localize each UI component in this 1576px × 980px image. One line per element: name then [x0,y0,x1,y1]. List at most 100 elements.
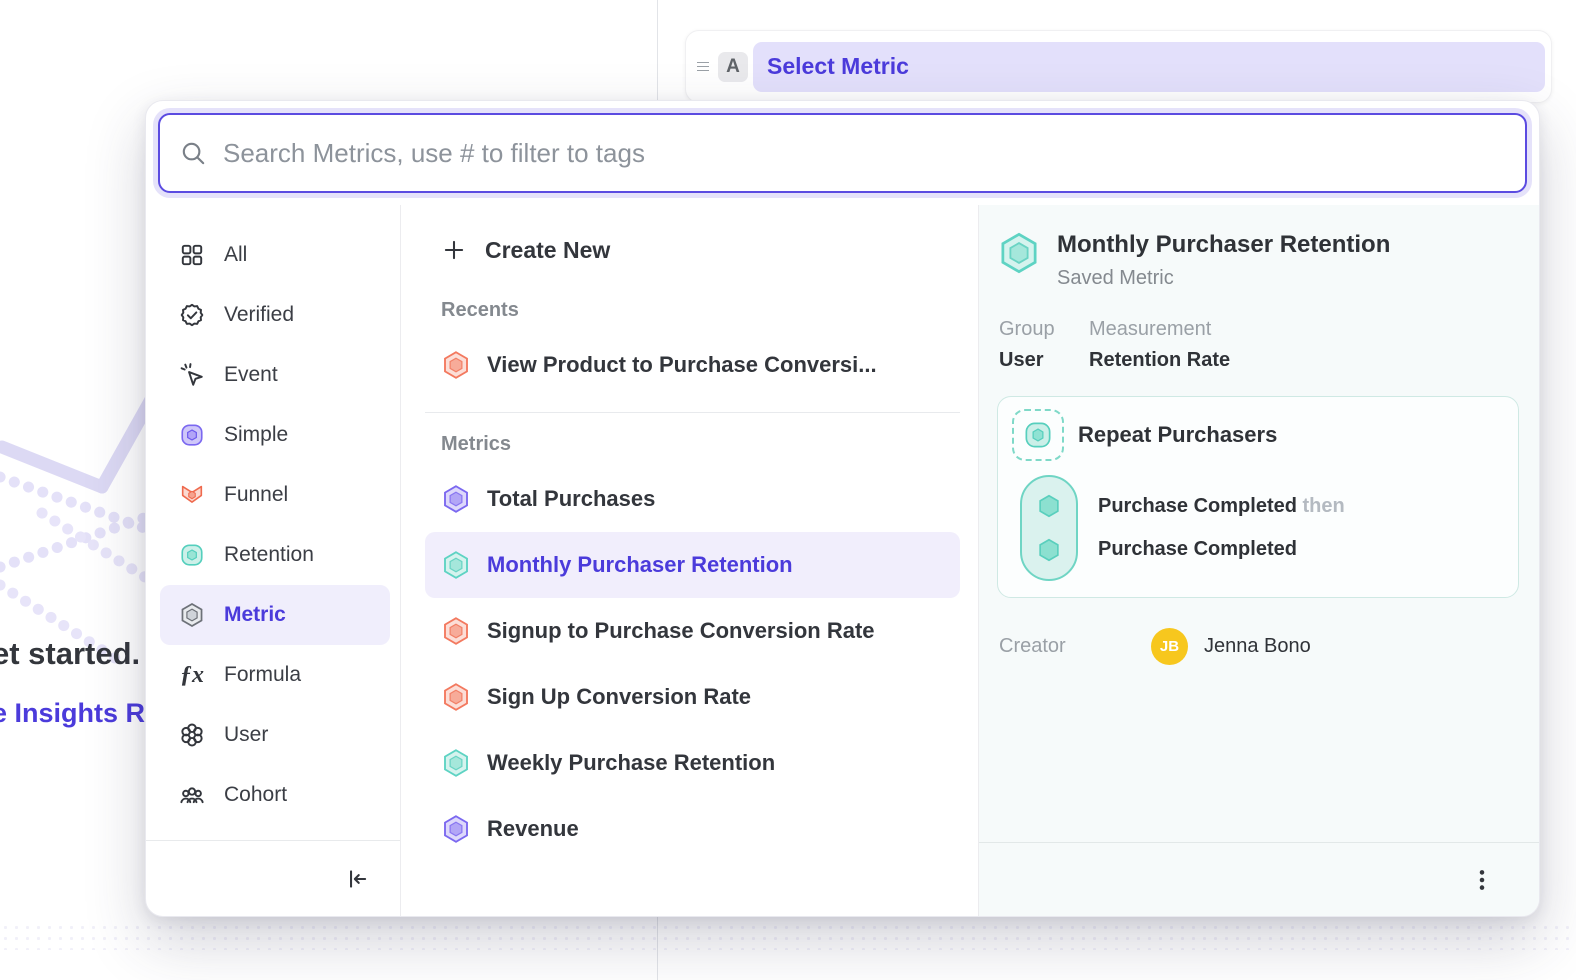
grid-icon [178,241,206,269]
sidebar-item-label: Simple [224,423,288,447]
cohort-icon [178,781,206,809]
background-dot-pattern [0,922,1576,950]
sidebar-item-metric[interactable]: Metric [160,585,390,645]
kebab-menu-icon [1469,867,1495,893]
group-label: Group [999,318,1089,341]
sidebar-item-simple[interactable]: Simple [160,405,390,465]
create-new-button[interactable]: Create New [425,221,960,279]
definition-name: Repeat Purchasers [1078,422,1277,448]
detail-subtitle: Saved Metric [1057,267,1390,290]
detail-header: Monthly Purchaser Retention Saved Metric [997,231,1519,290]
creator-label: Creator [999,635,1151,658]
metric-list-item[interactable]: Monthly Purchaser Retention [425,532,960,598]
sequence-capsule [1020,475,1078,581]
event-hexagon-icon [1035,492,1063,520]
search-input[interactable] [223,138,1505,169]
simple-hexagon-icon [178,421,206,449]
sidebar-item-label: Metric [224,603,286,627]
metric-item-label: Weekly Purchase Retention [487,750,775,776]
measurement-label: Measurement [1089,318,1230,341]
detail-title: Monthly Purchaser Retention [1057,231,1390,259]
sidebar-item-formula[interactable]: ƒx Formula [160,645,390,705]
formula-icon: ƒx [178,661,206,689]
select-metric-bar: A Select Metric [685,30,1552,103]
group-value: User [999,349,1089,372]
detail-meta: Group User Measurement Retention Rate [999,318,1519,372]
creator-name: Jenna Bono [1204,635,1311,658]
metric-list-item[interactable]: View Product to Purchase Conversi... [425,332,960,398]
retention-metric-hexagon-icon [997,231,1041,275]
collapse-sidebar-button[interactable] [340,862,374,896]
hexagon-icon [441,682,471,712]
background-insights-link-fragment[interactable]: e Insights Re [0,698,160,729]
step-2: Purchase Completed [1098,538,1345,561]
metrics-heading: Metrics [441,433,960,456]
sidebar-item-label: Retention [224,543,314,567]
hexagon-icon [441,484,471,514]
sidebar-item-cohort[interactable]: Cohort [160,765,390,825]
plus-icon [441,237,467,263]
step-1: Purchase Completed then [1098,495,1345,518]
sidebar-list: All Verified Event Simple Funnel Re [146,205,400,825]
funnel-icon [178,481,206,509]
metric-list-item[interactable]: Weekly Purchase Retention [425,730,960,796]
search-icon [180,140,207,167]
background-headline-fragment: et started. [0,636,140,672]
sidebar-item-label: Funnel [224,483,288,507]
metric-item-label: Monthly Purchaser Retention [487,552,793,578]
cursor-sparkle-icon [178,361,206,389]
badge-check-icon [178,301,206,329]
metric-item-label: Revenue [487,816,579,842]
metric-list-item[interactable]: Revenue [425,796,960,862]
hexagon-icon [441,550,471,580]
user-flower-icon [178,721,206,749]
list-divider [425,412,960,413]
select-metric-button[interactable]: Select Metric [753,42,1545,92]
metric-detail-panel: Monthly Purchaser Retention Saved Metric… [979,205,1539,916]
sidebar-item-event[interactable]: Event [160,345,390,405]
metrics-list: Total Purchases Monthly Purchaser Retent… [425,466,960,862]
hexagon-icon [441,616,471,646]
retention-icon [178,541,206,569]
sidebar-item-all[interactable]: All [160,225,390,285]
type-sidebar: All Verified Event Simple Funnel Re [146,205,401,916]
hexagon-icon [441,748,471,778]
metric-item-label: Total Purchases [487,486,655,512]
search-bar [158,113,1527,193]
row-letter-badge: A [718,52,748,82]
sidebar-item-label: Formula [224,663,301,687]
sidebar-item-label: Verified [224,303,294,327]
sidebar-item-label: Cohort [224,783,287,807]
metric-list-item[interactable]: Total Purchases [425,466,960,532]
metric-list-item[interactable]: Sign Up Conversion Rate [425,664,960,730]
drag-handle-icon[interactable] [692,62,714,71]
hexagon-icon [441,350,471,380]
cohort-definition-icon [1012,409,1064,461]
recents-heading: Recents [441,299,960,322]
more-options-button[interactable] [1465,863,1499,897]
metric-picker-dialog: All Verified Event Simple Funnel Re [145,100,1540,917]
metric-item-label: Signup to Purchase Conversion Rate [487,618,875,644]
collapse-left-icon [344,866,370,892]
sidebar-item-user[interactable]: User [160,705,390,765]
metric-list-item[interactable]: Signup to Purchase Conversion Rate [425,598,960,664]
create-new-label: Create New [485,237,610,264]
screen: et started. e Insights Re A Select Metri… [0,0,1576,980]
recents-list: View Product to Purchase Conversi... [425,332,960,398]
sidebar-item-label: All [224,243,247,267]
sidebar-footer [146,840,400,916]
sidebar-item-label: Event [224,363,278,387]
hexagon-icon [441,814,471,844]
step-connector: then [1303,495,1345,517]
sidebar-item-label: User [224,723,268,747]
creator-avatar: JB [1151,628,1188,665]
sidebar-item-retention[interactable]: Retention [160,525,390,585]
sidebar-item-verified[interactable]: Verified [160,285,390,345]
detail-footer [979,842,1539,916]
metric-list-column: Create New Recents View Product to Purch… [401,205,979,916]
event-hexagon-icon [1035,536,1063,564]
metric-item-label: Sign Up Conversion Rate [487,684,751,710]
picker-content: All Verified Event Simple Funnel Re [146,205,1539,916]
metric-item-label: View Product to Purchase Conversi... [487,352,877,378]
sidebar-item-funnel[interactable]: Funnel [160,465,390,525]
